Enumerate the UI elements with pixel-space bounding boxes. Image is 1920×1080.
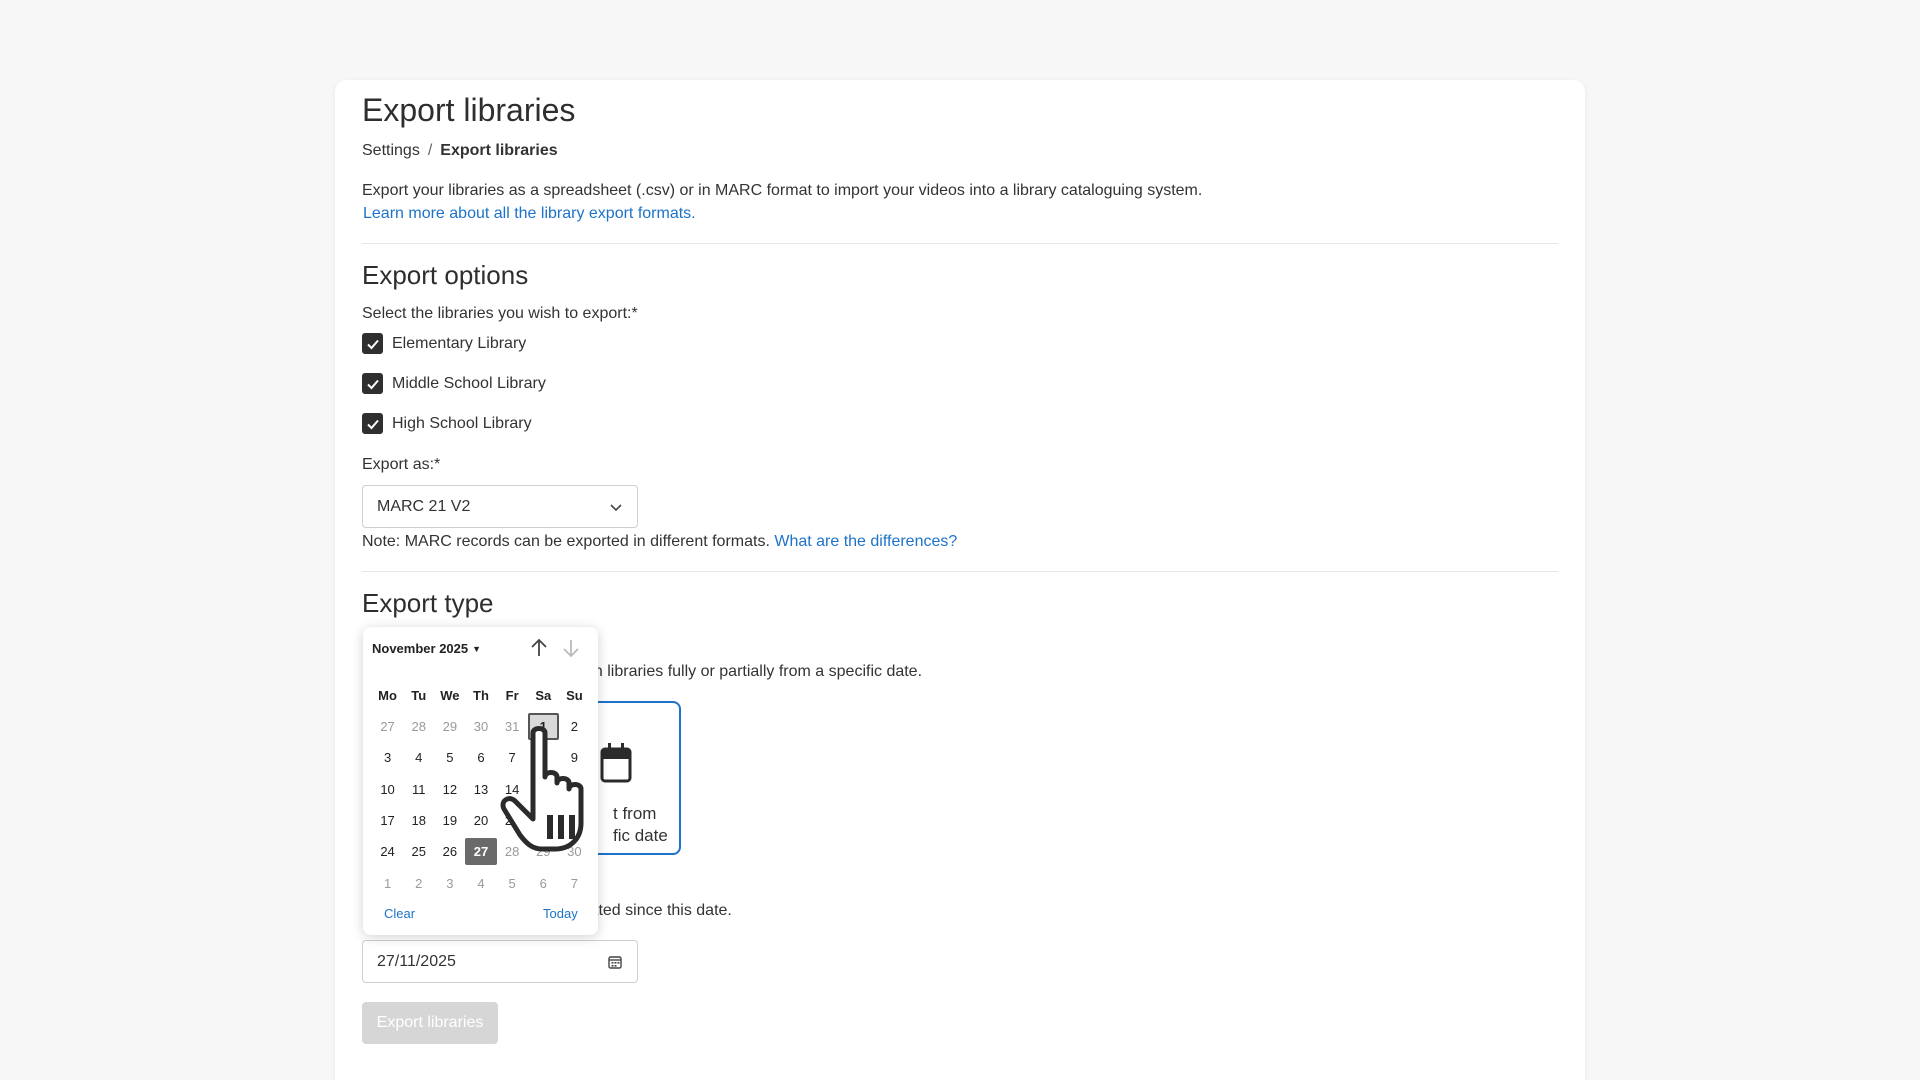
calendar-day[interactable]: 29 <box>434 713 465 740</box>
calendar-day[interactable]: 20 <box>465 807 496 834</box>
weekday-label: Tu <box>411 687 427 703</box>
chevron-down-icon <box>610 503 622 511</box>
calendar-day[interactable]: 26 <box>434 838 465 865</box>
page-description: Export your libraries as a spreadsheet (… <box>362 182 1203 199</box>
calendar-day[interactable]: 18 <box>403 807 434 834</box>
marc-note: Note: MARC records can be exported in di… <box>362 533 957 551</box>
calendar-day[interactable]: 6 <box>465 744 496 771</box>
weekday-label: Th <box>473 687 489 703</box>
calendar-day[interactable]: 4 <box>403 744 434 771</box>
export-libraries-button[interactable]: Export libraries <box>362 1002 498 1044</box>
calendar-day[interactable]: 17 <box>372 807 403 834</box>
calendar-day[interactable]: 28 <box>403 713 434 740</box>
breadcrumb: Settings / Export libraries <box>362 142 558 160</box>
calendar-icon[interactable] <box>607 954 623 970</box>
breadcrumb-current: Export libraries <box>440 142 558 159</box>
checkbox-checked-icon[interactable] <box>362 333 383 354</box>
calendar-day[interactable]: 5 <box>434 744 465 771</box>
calendar-day-disabled: 3 <box>446 875 454 891</box>
learn-more-link[interactable]: Learn more about all the library export … <box>363 205 696 223</box>
calendar-day[interactable]: 10 <box>372 776 403 803</box>
library-label: Middle School Library <box>392 374 546 392</box>
library-checkbox-high-school[interactable]: High School Library <box>362 413 532 434</box>
calendar-day[interactable]: 13 <box>465 776 496 803</box>
library-checkbox-middle-school[interactable]: Middle School Library <box>362 373 546 394</box>
export-options-heading: Export options <box>362 260 529 290</box>
weekday-row: Mo Tu We Th Fr Sa Su <box>372 679 590 711</box>
calendar-day[interactable]: 12 <box>434 776 465 803</box>
export-format-select[interactable]: MARC 21 V2 <box>362 485 638 528</box>
calendar-day-disabled: 4 <box>477 875 485 891</box>
arrow-down-icon[interactable] <box>560 637 582 659</box>
week-row: 1 2 3 4 5 6 7 <box>372 867 590 898</box>
export-type-description: en libraries fully or partially from a s… <box>585 663 923 680</box>
today-button[interactable]: Today <box>543 906 578 921</box>
month-selector[interactable]: November 2025 ▼ <box>372 641 481 656</box>
calendar-day-selected[interactable]: 27 <box>465 838 497 866</box>
library-label: High School Library <box>392 414 532 432</box>
divider <box>362 243 1558 244</box>
weekday-label: Su <box>566 687 583 703</box>
hand-cursor-icon <box>500 726 584 852</box>
calendar-day[interactable]: 19 <box>434 807 465 834</box>
date-value: 27/11/2025 <box>377 952 456 970</box>
export-type-heading: Export type <box>362 588 494 618</box>
export-format-value: MARC 21 V2 <box>377 497 471 515</box>
month-label: November 2025 <box>372 641 469 656</box>
date-input[interactable]: 27/11/2025 <box>362 940 638 983</box>
calendar-day-disabled: 2 <box>415 875 423 891</box>
checkbox-checked-icon[interactable] <box>362 413 383 434</box>
library-label: Elementary Library <box>392 334 527 352</box>
breadcrumb-separator: / <box>427 142 433 159</box>
library-checkbox-elementary[interactable]: Elementary Library <box>362 333 526 354</box>
calendar-day-disabled: 7 <box>570 875 579 891</box>
calendar-day[interactable]: 3 <box>372 744 403 771</box>
note-text: Note: MARC records can be exported in di… <box>362 533 770 550</box>
calendar-day-disabled: 5 <box>508 875 516 891</box>
weekday-label: Sa <box>535 687 552 703</box>
export-as-label: Export as:* <box>362 456 441 473</box>
weekday-label: We <box>440 687 460 703</box>
calendar-day[interactable]: 11 <box>403 776 434 803</box>
checkbox-checked-icon[interactable] <box>362 373 383 394</box>
calendar-day-disabled: 6 <box>539 875 547 891</box>
breadcrumb-settings[interactable]: Settings <box>362 142 420 159</box>
page-title: Export libraries <box>362 92 576 128</box>
calendar-day-disabled: 1 <box>383 875 392 891</box>
calendar-day[interactable]: 24 <box>372 838 403 865</box>
date-description: lated since this date. <box>586 902 732 919</box>
calendar-day[interactable]: 27 <box>372 713 403 740</box>
clear-button[interactable]: Clear <box>384 906 415 921</box>
weekday-label: Fr <box>505 687 519 703</box>
calendar-day[interactable]: 25 <box>403 838 434 865</box>
card-label-text: t from fic date <box>613 804 668 845</box>
differences-link[interactable]: What are the differences? <box>774 533 957 550</box>
arrow-up-icon[interactable] <box>528 637 550 659</box>
libraries-label: Select the libraries you wish to export:… <box>362 305 638 322</box>
divider <box>362 571 1558 572</box>
calendar-day[interactable]: 30 <box>465 713 496 740</box>
caret-down-icon: ▼ <box>472 643 482 654</box>
weekday-label: Mo <box>378 687 397 703</box>
